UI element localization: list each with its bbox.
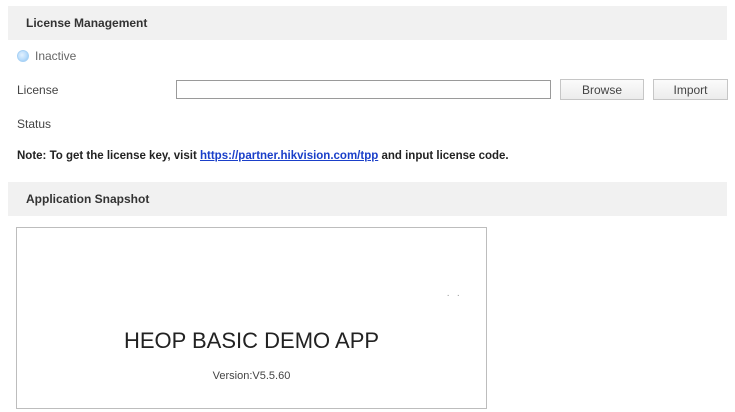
- app-snapshot-image: · · HEOP BASIC DEMO APP Version:V5.5.60: [16, 227, 487, 409]
- license-note-suffix: and input license code.: [378, 150, 509, 162]
- license-file-input[interactable]: [176, 80, 551, 99]
- activation-status: Inactive: [17, 49, 76, 63]
- snapshot-app-name: HEOP BASIC DEMO APP: [123, 328, 380, 353]
- snapshot-dots: · ·: [446, 290, 462, 301]
- activation-status-text: Inactive: [35, 49, 77, 63]
- license-management-header: License Management: [8, 6, 727, 40]
- status-dot-icon: [17, 50, 29, 62]
- application-snapshot-header: Application Snapshot: [8, 182, 727, 216]
- import-button[interactable]: Import: [653, 79, 728, 100]
- snapshot-version: Version:V5.5.60: [212, 370, 291, 382]
- partner-portal-link[interactable]: https://partner.hikvision.com/tpp: [200, 150, 378, 162]
- application-snapshot-title: Application Snapshot: [26, 192, 150, 206]
- status-label: Status: [17, 117, 52, 131]
- license-note-prefix: Note: To get the license key, visit: [17, 150, 200, 162]
- license-management-title: License Management: [26, 16, 148, 30]
- browse-button[interactable]: Browse: [560, 79, 644, 100]
- license-label: License: [17, 83, 59, 97]
- license-note: Note: To get the license key, visit http…: [17, 150, 509, 162]
